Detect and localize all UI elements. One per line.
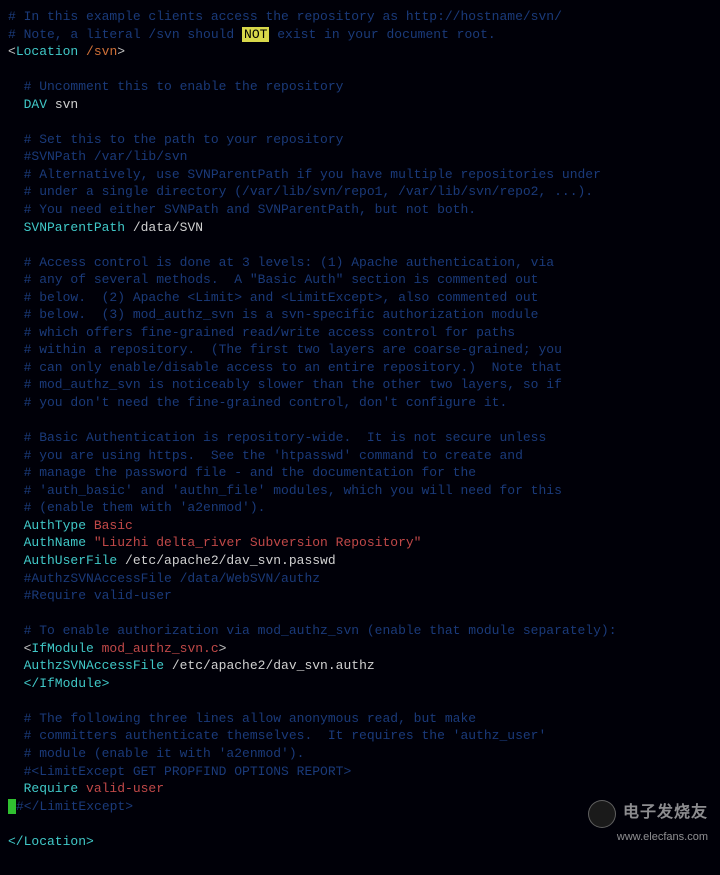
comment: #Require valid-user	[8, 588, 172, 603]
comment: # mod_authz_svn is noticeably slower tha…	[8, 377, 562, 392]
comment: # you are using https. See the 'htpasswd…	[8, 448, 523, 463]
config-file-view: # In this example clients access the rep…	[8, 8, 712, 850]
comment: # Note, a literal /svn should	[8, 27, 242, 42]
authuserfile-directive: AuthUserFile /etc/apache2/dav_svn.passwd	[8, 552, 712, 570]
comment: # (enable them with 'a2enmod').	[8, 500, 265, 515]
comment: #SVNPath /var/lib/svn	[8, 149, 187, 164]
comment: # below. (3) mod_authz_svn is a svn-spec…	[8, 307, 539, 322]
wechat-logo-icon	[588, 800, 616, 828]
comment: exist in your document root.	[269, 27, 495, 42]
comment: # Access control is done at 3 levels: (1…	[8, 255, 554, 270]
highlight-not: NOT	[242, 27, 269, 42]
require-directive: Require valid-user	[8, 780, 712, 798]
comment: # under a single directory (/var/lib/svn…	[8, 184, 593, 199]
comment: # Uncomment this to enable the repositor…	[8, 79, 343, 94]
comment: # To enable authorization via mod_authz_…	[8, 623, 617, 638]
watermark-url: www.elecfans.com	[617, 831, 708, 843]
cursor-icon	[8, 799, 16, 814]
comment: # module (enable it with 'a2enmod').	[8, 746, 304, 761]
ifmodule-open-tag: <IfModule mod_authz_svn.c>	[8, 640, 712, 658]
comment: # you don't need the fine-grained contro…	[8, 395, 507, 410]
comment: # committers authenticate themselves. It…	[8, 728, 546, 743]
comment: # any of several methods. A "Basic Auth"…	[8, 272, 539, 287]
comment: # The following three lines allow anonym…	[8, 711, 476, 726]
ifmodule-close-tag: </IfModule>	[8, 675, 712, 693]
comment: # can only enable/disable access to an e…	[8, 360, 562, 375]
comment: # within a repository. (The first two la…	[8, 342, 562, 357]
comment: # Set this to the path to your repositor…	[8, 132, 343, 147]
comment: # which offers fine-grained read/write a…	[8, 325, 515, 340]
comment: # manage the password file - and the doc…	[8, 465, 476, 480]
authtype-directive: AuthType Basic	[8, 517, 712, 535]
watermark-brand: 电子发烧友	[623, 804, 708, 821]
location-open-tag: <Location /svn>	[8, 43, 712, 61]
comment: #AuthzSVNAccessFile /data/WebSVN/authz	[8, 571, 320, 586]
authzsvnaccessfile-directive: AuthzSVNAccessFile /etc/apache2/dav_svn.…	[8, 657, 712, 675]
comment: # In this example clients access the rep…	[8, 9, 562, 24]
comment: # Alternatively, use SVNParentPath if yo…	[8, 167, 601, 182]
authname-directive: AuthName "Liuzhi delta_river Subversion …	[8, 534, 712, 552]
comment: # 'auth_basic' and 'authn_file' modules,…	[8, 483, 562, 498]
svnparentpath-directive: SVNParentPath /data/SVN	[8, 219, 712, 237]
comment: # You need either SVNPath and SVNParentP…	[8, 202, 476, 217]
comment: #<LimitExcept GET PROPFIND OPTIONS REPOR…	[8, 764, 351, 779]
comment: #</LimitExcept>	[16, 799, 133, 814]
comment: # Basic Authentication is repository-wid…	[8, 430, 546, 445]
comment: # below. (2) Apache <Limit> and <LimitEx…	[8, 290, 539, 305]
dav-directive: DAV svn	[8, 96, 712, 114]
watermark: 电子发烧友 www.elecfans.com	[588, 800, 708, 845]
